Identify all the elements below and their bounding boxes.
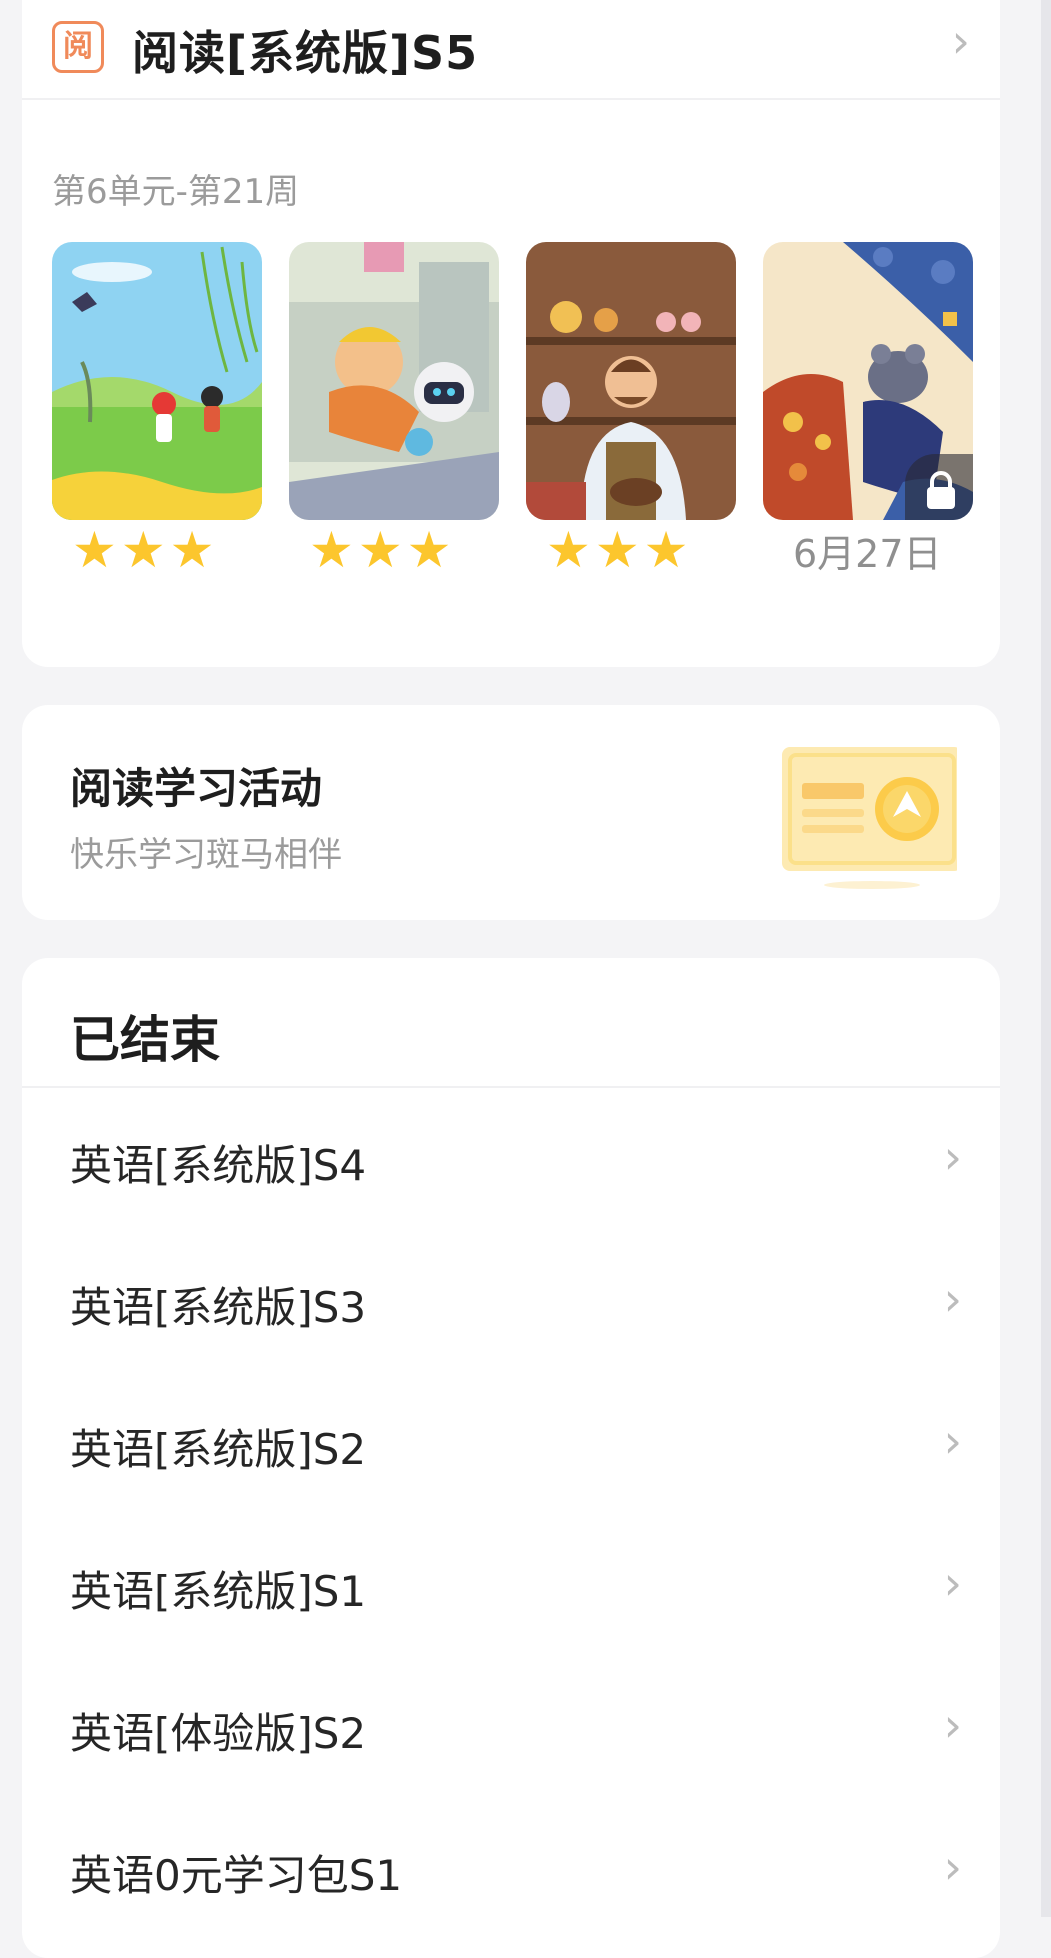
ended-course-label: 英语[系统版]S4 — [70, 1141, 367, 1190]
reading-badge-icon: 阅 — [52, 21, 104, 73]
activity-subtitle: 快乐学习斑马相伴 — [70, 835, 342, 875]
chevron-right-icon: › — [943, 1130, 962, 1184]
reading-activity-card[interactable]: 阅读学习活动 快乐学习斑马相伴 — [22, 705, 1000, 920]
ended-course-label: 英语0元学习包S1 — [70, 1851, 403, 1900]
course-title: 阅读[系统版]S5 — [132, 26, 479, 80]
ended-section-card: 已结束 英语[系统版]S4 › 英语[系统版]S3 › 英语[系统版]S2 › … — [22, 958, 1000, 1958]
lesson-cover-3[interactable] — [526, 242, 736, 520]
ended-course-label: 英语[系统版]S2 — [70, 1425, 367, 1474]
certificate-icon — [782, 747, 957, 889]
course-header[interactable]: 阅 阅读[系统版]S5 › — [22, 0, 1000, 100]
lesson-4-unlock-date: 6月27日 — [793, 532, 942, 576]
ended-course-label: 英语[系统版]S3 — [70, 1283, 367, 1332]
current-course-card: 阅 阅读[系统版]S5 › 第6单元-第21周 ★★★ ★★★ ★★★ 6月27… — [22, 0, 1000, 667]
boy-with-robot-illustration — [289, 242, 499, 520]
ended-course-label: 英语[体验版]S2 — [70, 1709, 367, 1758]
lesson-3-stars: ★★★ — [546, 521, 693, 579]
ended-course-item-s3[interactable]: 英语[系统版]S3 › — [22, 1230, 1000, 1372]
spring-kite-illustration — [52, 242, 262, 520]
scroll-edge — [1041, 0, 1051, 1917]
ended-course-item-s1[interactable]: 英语[系统版]S1 › — [22, 1514, 1000, 1656]
lesson-cover-2[interactable] — [289, 242, 499, 520]
toymaker-shop-illustration — [526, 242, 736, 520]
lesson-1-stars: ★★★ — [72, 521, 219, 579]
ended-course-list: 英语[系统版]S4 › 英语[系统版]S3 › 英语[系统版]S2 › 英语[系… — [22, 1088, 1000, 1940]
chevron-right-icon: › — [943, 1840, 962, 1894]
ended-course-item-free-s1[interactable]: 英语0元学习包S1 › — [22, 1798, 1000, 1940]
ended-header: 已结束 — [22, 958, 1000, 1088]
chevron-right-icon: › — [943, 1556, 962, 1610]
lesson-cover-4-locked[interactable] — [763, 242, 973, 520]
lesson-2-stars: ★★★ — [309, 521, 456, 579]
lesson-cover-1[interactable] — [52, 242, 262, 520]
ended-course-item-trial-s2[interactable]: 英语[体验版]S2 › — [22, 1656, 1000, 1798]
chevron-right-icon: › — [951, 14, 970, 68]
activity-title: 阅读学习活动 — [70, 764, 323, 813]
ended-course-item-s2[interactable]: 英语[系统版]S2 › — [22, 1372, 1000, 1514]
ended-course-label: 英语[系统版]S1 — [70, 1567, 367, 1616]
ended-course-item-s4[interactable]: 英语[系统版]S4 › — [22, 1088, 1000, 1230]
lock-icon — [905, 454, 973, 520]
chevron-right-icon: › — [943, 1414, 962, 1468]
unit-week-label: 第6单元-第21周 — [52, 172, 300, 212]
chevron-right-icon: › — [943, 1272, 962, 1326]
ended-section-title: 已结束 — [70, 1011, 220, 1069]
chevron-right-icon: › — [943, 1698, 962, 1752]
